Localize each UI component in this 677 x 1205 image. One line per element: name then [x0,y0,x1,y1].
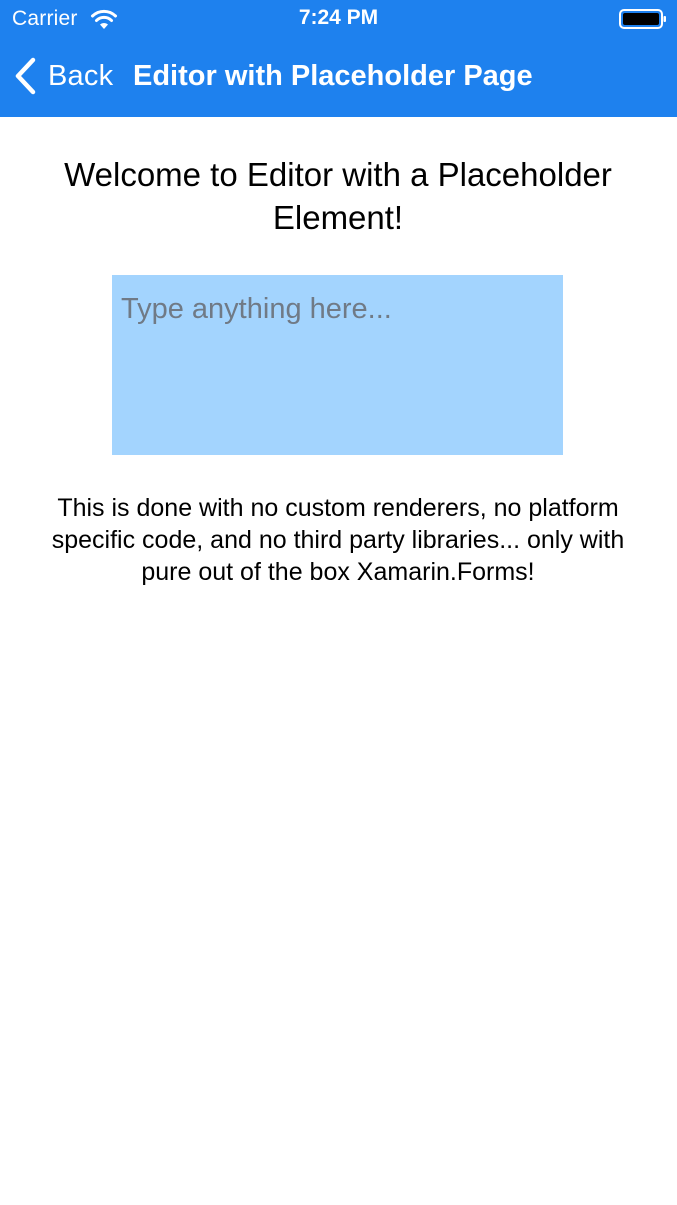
status-bar: Carrier 7:24 PM [0,0,677,40]
back-button[interactable]: Back [12,54,113,98]
page-title: Editor with Placeholder Page [133,60,533,92]
navigation-bar: Back Editor with Placeholder Page [0,40,677,117]
editor-placeholder-text: Type anything here... [121,293,392,325]
back-button-label: Back [48,60,114,92]
placeholder-editor[interactable]: Type anything here... [112,275,563,455]
status-time: 7:24 PM [298,6,379,29]
top-bar: Carrier 7:24 PM Back Editor with Placeho… [0,0,677,117]
battery-icon [619,9,666,29]
welcome-heading: Welcome to Editor with a Placeholder Ele… [64,156,612,236]
info-text: This is done with no custom renderers, n… [51,494,625,586]
chevron-left-icon [15,57,36,95]
